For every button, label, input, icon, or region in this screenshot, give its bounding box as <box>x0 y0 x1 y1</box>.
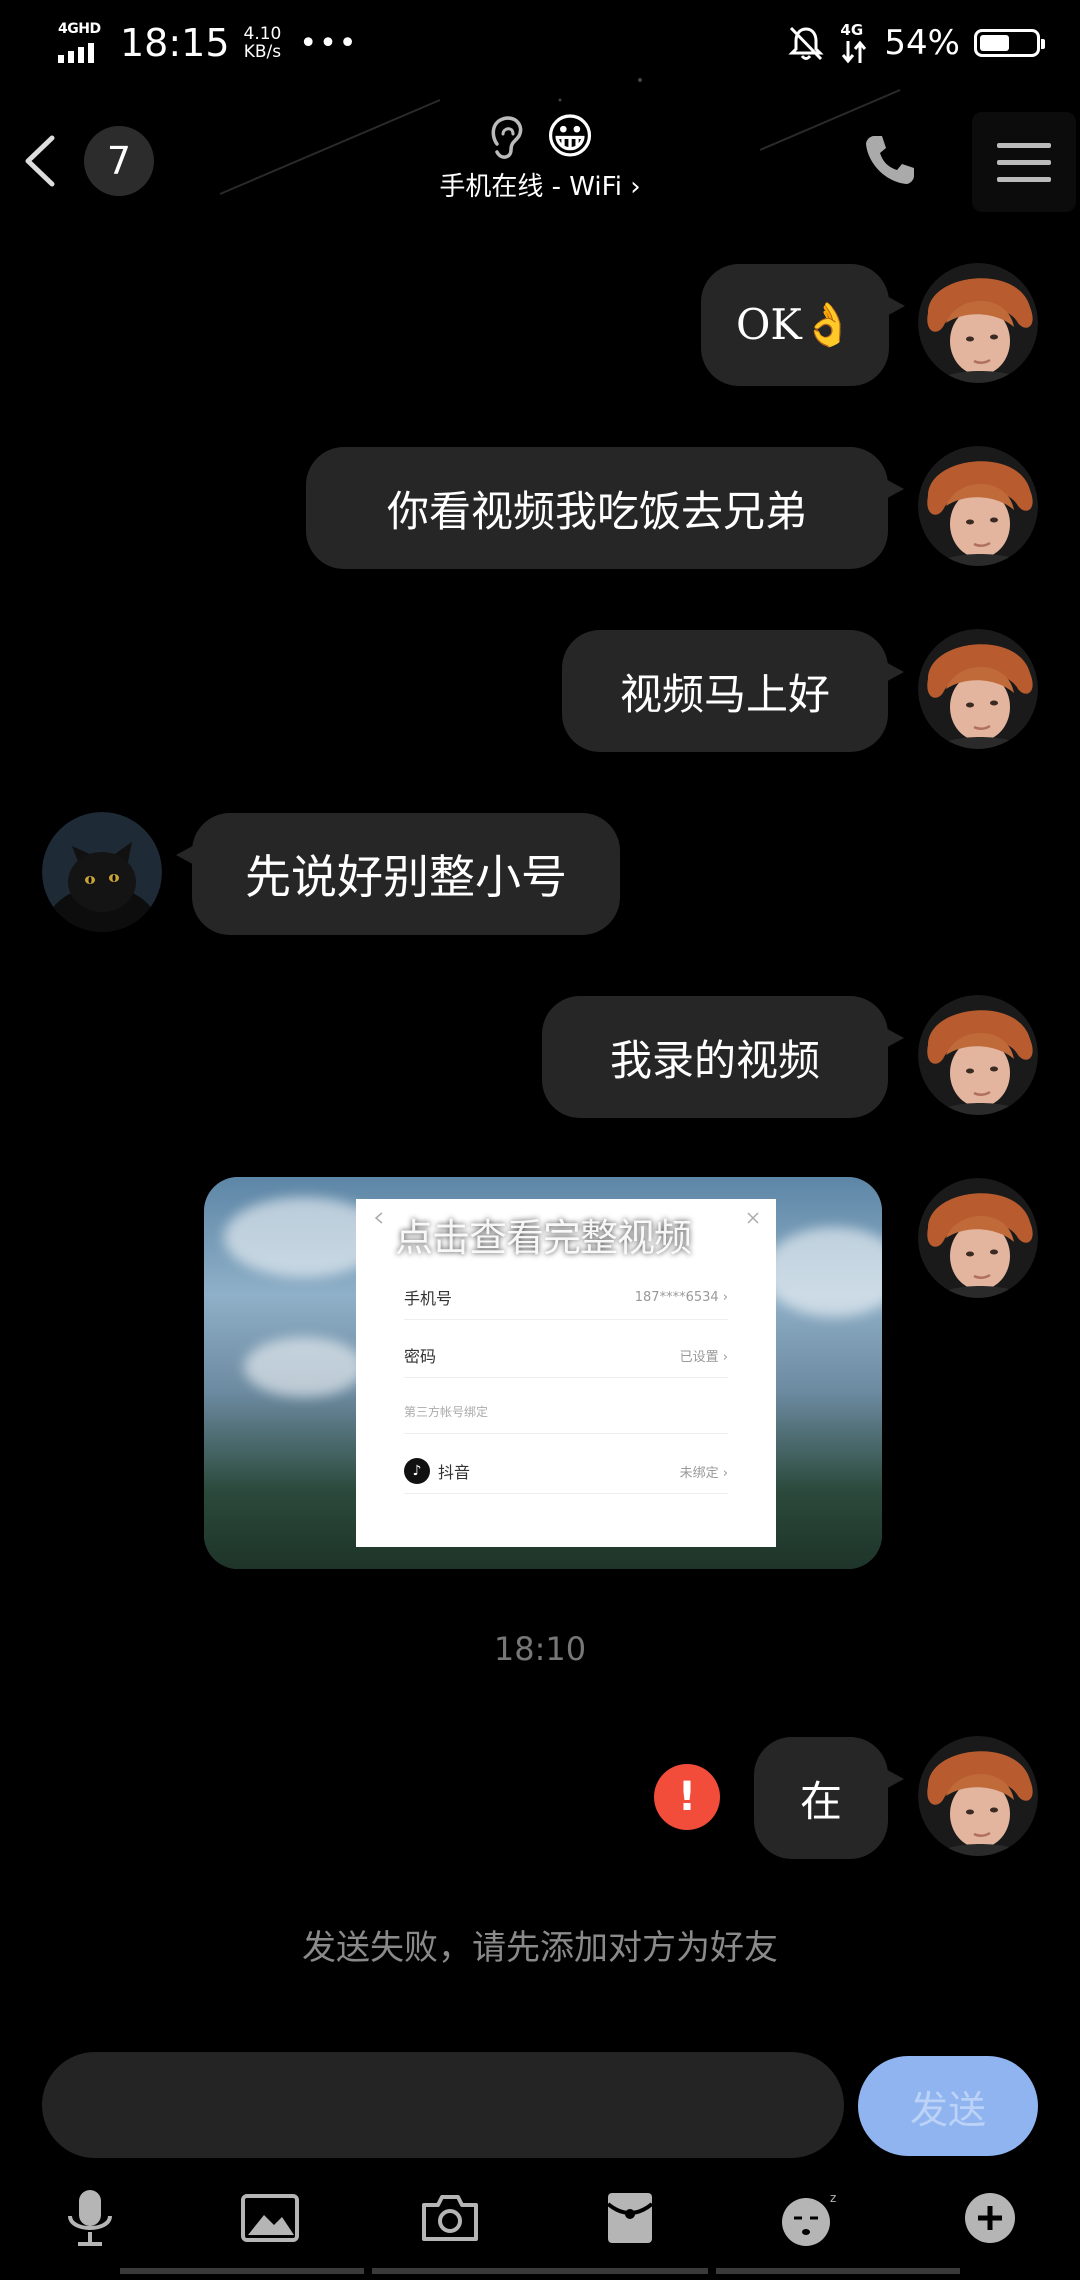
clock: 18:15 <box>120 21 230 65</box>
menu-icon-bar <box>997 159 1051 165</box>
more-notifications-icon: ••• <box>299 25 359 61</box>
self-avatar[interactable] <box>918 629 1038 749</box>
chat-title[interactable]: 😀 手机在线 - WiFi › <box>380 110 700 203</box>
image-button[interactable] <box>230 2178 310 2258</box>
network-speed: 4.10 KB/s <box>244 25 282 61</box>
battery-percent: 54% <box>884 23 960 63</box>
self-avatar[interactable] <box>918 263 1038 383</box>
message-bubble-outgoing[interactable]: 你看视频我吃饭去兄弟 <box>306 447 904 569</box>
signal-icon: 4GHD <box>58 21 106 65</box>
battery-icon <box>974 29 1045 57</box>
message-timestamp: 18:10 <box>493 1630 587 1668</box>
plus-icon <box>965 2193 1015 2243</box>
camera-button[interactable] <box>410 2178 490 2258</box>
speed-value: 4.10 <box>243 24 282 44</box>
bottom-divider <box>716 2268 960 2274</box>
message-bubble-outgoing[interactable]: 在 <box>754 1737 904 1859</box>
status-bar-right: 4G 54% <box>786 18 1045 68</box>
red-packet-button[interactable] <box>590 2178 670 2258</box>
bottom-divider <box>372 2268 708 2274</box>
cloud-shape <box>244 1337 364 1397</box>
microphone-icon <box>68 2190 112 2246</box>
message-bubble-incoming[interactable]: 先说好别整小号 <box>176 813 620 935</box>
douyin-icon: ♪ <box>404 1458 430 1484</box>
ear-icon <box>491 116 523 159</box>
network-type: 4GHD <box>58 21 101 37</box>
self-avatar[interactable] <box>918 1178 1038 1298</box>
row-label: 手机号 <box>404 1289 453 1308</box>
self-avatar[interactable] <box>918 446 1038 566</box>
message-bubble-outgoing[interactable]: 视频马上好 <box>562 630 904 752</box>
video-row: 手机号 187****6534 › <box>404 1275 728 1320</box>
phone-icon <box>866 136 914 184</box>
mute-bell-icon <box>788 26 825 61</box>
self-avatar[interactable] <box>918 1736 1038 1856</box>
menu-button[interactable] <box>972 112 1076 212</box>
contact-avatar[interactable] <box>42 812 162 932</box>
online-status[interactable]: 手机在线 - WiFi › <box>380 166 700 203</box>
bottom-divider <box>120 2268 364 2274</box>
sticker-icon: z <box>782 2191 836 2246</box>
unread-count-badge[interactable]: 7 <box>84 126 154 196</box>
video-message-thumbnail[interactable]: 手机号 187****6534 › 密码 已设置 › 第三方帐号绑定 ♪ 抖音 未绑… <box>204 1177 882 1569</box>
chevron-left-icon <box>25 135 55 187</box>
send-failed-icon[interactable]: ! <box>654 1764 720 1830</box>
message-bubble-outgoing[interactable]: 我录的视频 <box>542 996 904 1118</box>
send-button[interactable]: 发送 <box>858 2056 1038 2156</box>
row-value: 已设置 › <box>679 1349 728 1365</box>
row-label: 抖音 <box>438 1463 471 1482</box>
video-caption: 点击查看完整视频 <box>394 1216 692 1260</box>
send-failed-notice: 发送失败，请先添加对方为好友 <box>302 1928 778 1968</box>
speed-unit: KB/s <box>243 42 282 62</box>
more-options-button[interactable] <box>950 2178 1030 2258</box>
sticker-button[interactable]: z <box>770 2178 850 2258</box>
self-avatar[interactable] <box>918 995 1038 1115</box>
row-label: 密码 <box>404 1347 437 1366</box>
video-row: ♪ 抖音 未绑定 › <box>404 1449 728 1494</box>
row-value: 187****6534 › <box>634 1289 728 1305</box>
menu-icon-bar <box>997 142 1051 148</box>
voice-call-button[interactable] <box>860 130 930 200</box>
image-icon <box>241 2194 299 2242</box>
status-bar-left: 4GHD 18:15 4.10 KB/s ••• <box>58 18 358 68</box>
message-input[interactable] <box>42 2052 844 2158</box>
svg-text:z: z <box>830 2191 836 2205</box>
network-type-right: 4G <box>840 21 864 39</box>
grinning-face-emoji: 😀 <box>544 109 596 165</box>
row-label: 第三方帐号绑定 <box>404 1404 489 1419</box>
back-button[interactable] <box>12 126 72 196</box>
red-packet-icon <box>606 2193 654 2243</box>
video-row: 第三方帐号绑定 <box>404 1389 728 1434</box>
video-row: 密码 已设置 › <box>404 1333 728 1378</box>
voice-input-button[interactable] <box>50 2178 130 2258</box>
input-toolbar: z <box>0 2178 1080 2258</box>
camera-icon <box>422 2195 478 2241</box>
row-value: 未绑定 › <box>679 1465 728 1481</box>
menu-icon-bar <box>997 176 1051 182</box>
mobile-data-icon: 4G <box>840 21 870 65</box>
message-bubble-outgoing[interactable]: OK👌 <box>701 264 905 386</box>
